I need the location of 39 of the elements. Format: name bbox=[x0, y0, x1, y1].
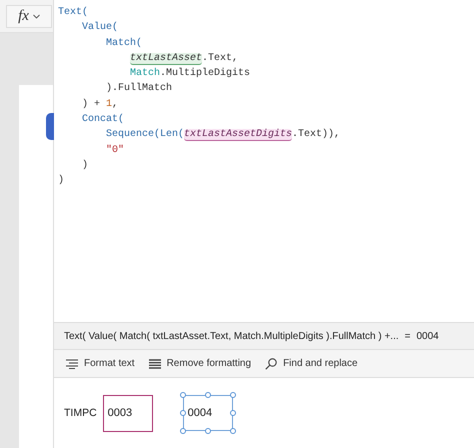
code-token: Text( bbox=[58, 7, 88, 18]
code-token: .Text, bbox=[202, 52, 238, 64]
code-token: ) + bbox=[82, 98, 102, 110]
resize-handle[interactable] bbox=[230, 392, 236, 398]
toolbar-button[interactable]: Remove formatting bbox=[148, 358, 252, 369]
resize-handle[interactable] bbox=[230, 428, 236, 434]
resize-handle[interactable] bbox=[204, 392, 211, 398]
code-token: "0" bbox=[106, 144, 124, 156]
chevron-down-icon bbox=[32, 14, 40, 19]
code-token: ) bbox=[82, 160, 88, 171]
resize-handle[interactable] bbox=[180, 428, 186, 434]
code-token: , bbox=[112, 98, 118, 110]
code-token: ) bbox=[58, 175, 64, 186]
input-field[interactable]: 0003 bbox=[102, 394, 153, 432]
control-reference: txtLastAssetDigits bbox=[184, 129, 292, 142]
formula-preview: Text( Value( Match( txtLastAsset.Text, Match.MultipleDigits ).FullMatch ) +... bbox=[64, 330, 399, 342]
function-dropdown[interactable]: fx bbox=[6, 5, 52, 28]
toolbar-button[interactable]: Find and replace bbox=[265, 358, 358, 370]
code-token: ).FullMatch bbox=[106, 83, 172, 94]
code-token: .MultipleDigits bbox=[160, 68, 250, 80]
field-label: TIMPC bbox=[64, 407, 97, 419]
lines-icon bbox=[148, 358, 161, 368]
code-token: Sequence(Len( bbox=[106, 129, 184, 140]
code-token: Match bbox=[130, 68, 160, 80]
code-token: Match( bbox=[106, 38, 142, 49]
code-token: Value( bbox=[82, 22, 118, 34]
search-icon bbox=[265, 358, 278, 370]
resize-handle[interactable] bbox=[180, 392, 186, 398]
control-reference: txtLastAsset bbox=[130, 52, 202, 65]
resize-handle[interactable] bbox=[180, 410, 186, 416]
resize-handle[interactable] bbox=[204, 428, 211, 434]
code-token: 1 bbox=[106, 98, 112, 110]
toolbar-button[interactable]: Format text bbox=[66, 358, 135, 369]
resize-handle[interactable] bbox=[230, 410, 236, 416]
code-token: Concat( bbox=[82, 114, 124, 126]
format-lines-icon bbox=[66, 358, 78, 368]
equals-sign: = bbox=[404, 330, 410, 342]
code-token: .Text)), bbox=[292, 129, 340, 140]
result-value: 0004 bbox=[416, 330, 439, 342]
